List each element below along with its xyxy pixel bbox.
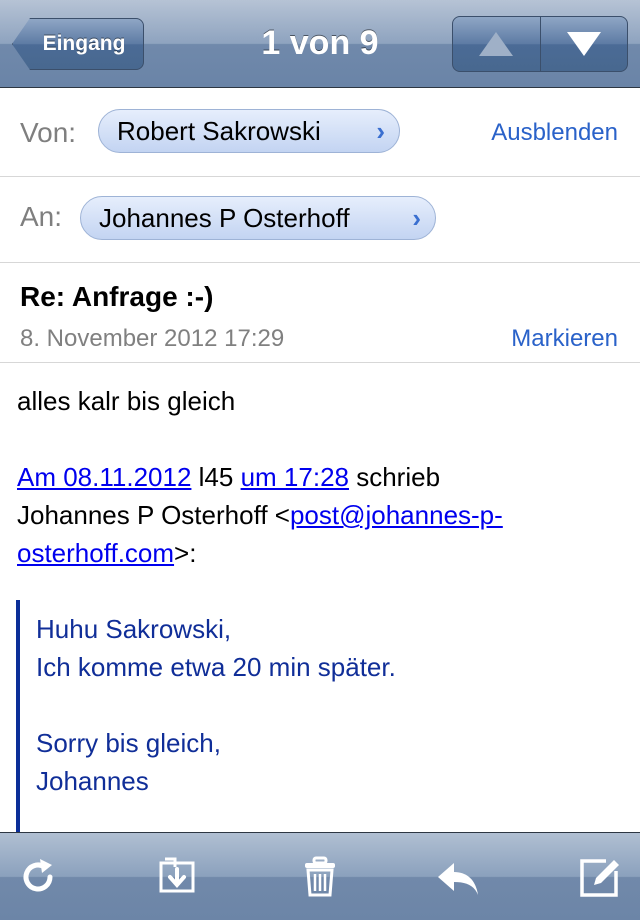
attribution-end: >:: [174, 538, 197, 568]
body-line: alles kalr bis gleich: [17, 386, 236, 416]
quote-attribution: Am 08.11.2012 l45 um 17:28 schrieb Johann…: [17, 458, 617, 572]
quote-line: Johannes: [36, 766, 149, 796]
quote-line: Huhu Sakrowski,: [36, 614, 232, 644]
compose-icon: [580, 859, 619, 897]
email-link-part: osterhoff.com: [17, 538, 175, 568]
from-label: Von:: [20, 117, 77, 148]
compose-button[interactable]: [578, 855, 622, 899]
quoted-message: Huhu Sakrowski, Ich komme etwa 20 min sp…: [16, 600, 616, 832]
recipient-contact-button[interactable]: Johannes P Osterhoff ›: [80, 196, 436, 240]
mark-link[interactable]: Markieren: [511, 325, 618, 353]
sender-contact-button[interactable]: Robert Sakrowski ›: [98, 109, 400, 153]
time-link[interactable]: um 17:28: [241, 462, 349, 492]
refresh-icon: [23, 859, 53, 892]
date-link[interactable]: Am 08.11.2012: [17, 462, 191, 492]
message-navigation-segmented-control: [452, 16, 628, 72]
message-counter-title: 1 von 9: [261, 24, 379, 62]
sender-name: Robert Sakrowski: [117, 116, 321, 146]
subject-row: Re: Anfrage :-) 8. November 2012 17:29 M…: [0, 263, 640, 363]
next-message-button[interactable]: [539, 17, 628, 71]
trash-icon: [305, 856, 335, 897]
back-button-inbox[interactable]: Eingang: [12, 18, 144, 70]
previous-message-button[interactable]: [453, 17, 540, 71]
message-date: 8. November 2012 17:29: [20, 325, 285, 352]
email-link-part: post@johannes-p-: [289, 500, 503, 530]
delete-button[interactable]: [298, 855, 342, 899]
to-label: An:: [20, 201, 63, 232]
reply-icon: [438, 863, 478, 895]
hide-details-link[interactable]: Ausblenden: [491, 119, 618, 147]
message-subject: Re: Anfrage :-): [20, 281, 214, 312]
move-folder-icon: [159, 857, 195, 893]
reply-button[interactable]: [436, 855, 480, 899]
navigation-bar: Eingang 1 von 9: [0, 0, 640, 88]
message-body: alles kalr bis gleich Am 08.11.2012 l45 …: [17, 382, 617, 572]
attribution-text: schrieb: [348, 462, 441, 492]
chevron-right-icon: ›: [376, 116, 385, 146]
attribution-text: l45: [191, 462, 241, 492]
recipient-name: Johannes P Osterhoff: [99, 203, 350, 233]
refresh-button[interactable]: [18, 855, 62, 899]
to-row: An: Johannes P Osterhoff ›: [0, 177, 640, 263]
back-button-label: Eingang: [42, 32, 126, 55]
quote-line: Ich komme etwa 20 min später.: [36, 652, 396, 682]
from-row: Von: Robert Sakrowski › Ausblenden: [0, 89, 640, 177]
move-message-button[interactable]: [155, 855, 199, 899]
chevron-right-icon: ›: [412, 203, 421, 233]
arrow-up-icon: [479, 32, 514, 56]
quote-line: Sorry bis gleich,: [36, 728, 221, 758]
arrow-down-icon: [566, 32, 601, 56]
bottom-toolbar: [0, 832, 640, 920]
attribution-name: Johannes P Osterhoff <: [17, 500, 290, 530]
